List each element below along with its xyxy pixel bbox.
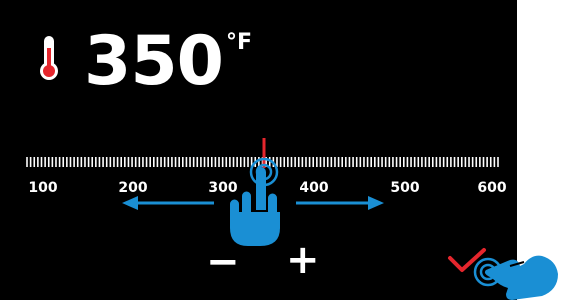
scale-label-500: 500 [390, 180, 420, 196]
scale-label-400: 400 [299, 180, 329, 196]
scale-label-200: 200 [118, 180, 148, 196]
temperature-slider[interactable] [0, 0, 517, 300]
decrease-temperature-button[interactable]: − [206, 240, 240, 284]
arrow-right-icon [296, 196, 384, 210]
arrow-left-icon [122, 196, 214, 210]
scale-label-600: 600 [477, 180, 507, 196]
scale-label-100: 100 [28, 180, 58, 196]
hand-pointer-icon [230, 167, 280, 246]
increase-temperature-button[interactable]: + [286, 238, 320, 282]
confirm-hand-icon [473, 255, 558, 300]
